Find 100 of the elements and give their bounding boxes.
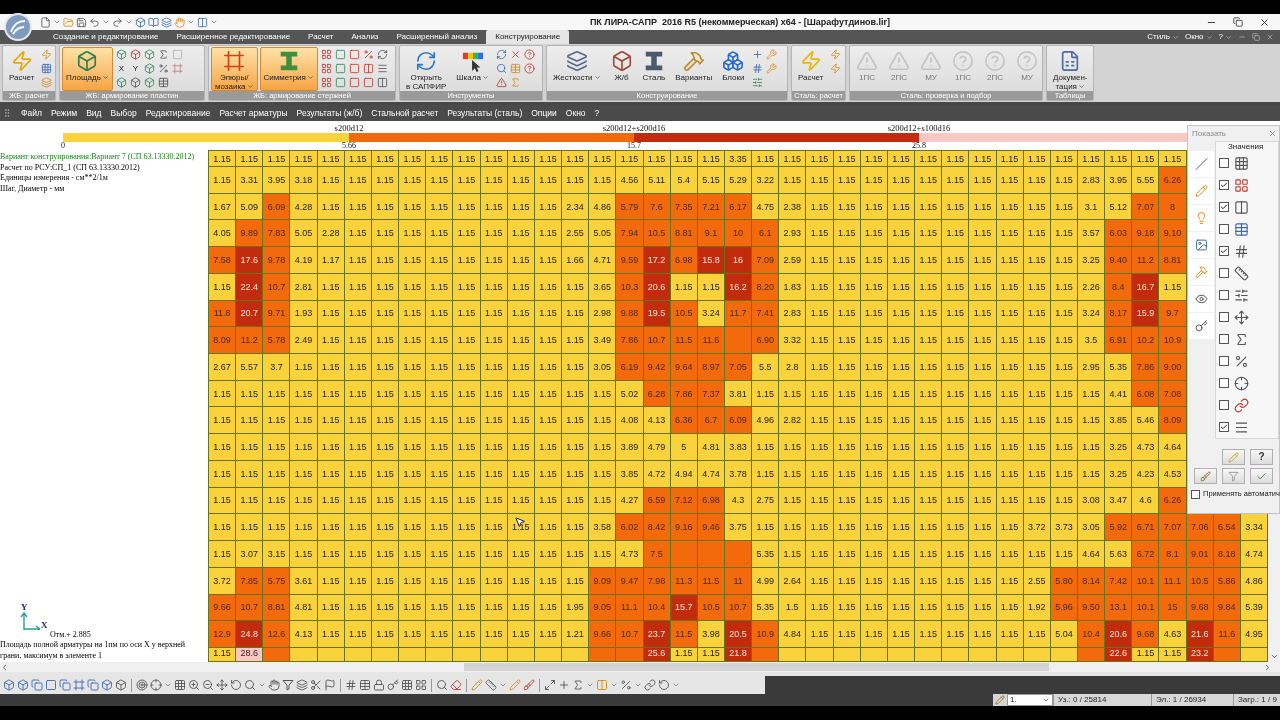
cube-icon[interactable] — [115, 679, 127, 691]
ribbon-tab[interactable]: Создание и редактирование — [44, 30, 168, 44]
grid-icon[interactable] — [174, 679, 186, 691]
ribbon-tab[interactable]: Анализ — [342, 30, 388, 44]
ribbon-button[interactable]: Варианты — [671, 47, 717, 91]
tool-button[interactable] — [1250, 468, 1273, 484]
ribbon-button[interactable]: Открыть в САПФИР — [402, 47, 451, 91]
percent-icon[interactable] — [157, 63, 169, 74]
move-icon[interactable] — [216, 679, 228, 691]
search-icon[interactable] — [495, 63, 507, 74]
refresh-icon[interactable] — [376, 49, 388, 60]
hand-icon[interactable] — [174, 16, 185, 28]
ribbon-button[interactable]: Шкала — [452, 47, 493, 91]
picture-icon[interactable] — [1189, 232, 1214, 258]
ribbon-button[interactable]: Симметрия — [259, 47, 318, 91]
pencil-icon[interactable] — [509, 679, 521, 691]
ribbon-button[interactable]: Докумен- тация — [1049, 47, 1092, 91]
bulb-icon[interactable] — [1189, 205, 1214, 231]
caret-icon[interactable] — [210, 18, 218, 26]
search-icon[interactable] — [244, 679, 256, 691]
checkbox[interactable] — [1219, 268, 1229, 278]
copy-icon[interactable] — [87, 679, 99, 691]
menu-item[interactable]: Расчет арматуры — [219, 106, 288, 120]
brush-icon[interactable] — [523, 679, 535, 691]
menu-item[interactable]: Выбор — [110, 106, 137, 120]
cross-icon[interactable] — [509, 49, 521, 60]
columns-icon[interactable] — [376, 77, 388, 88]
cube-icon[interactable] — [115, 77, 127, 88]
caret-icon[interactable] — [187, 18, 195, 26]
folder-icon[interactable] — [63, 16, 74, 28]
scroll-right-icon[interactable] — [1263, 662, 1272, 672]
square-icon[interactable] — [348, 49, 360, 60]
caret-icon[interactable] — [586, 681, 594, 689]
question-icon[interactable] — [523, 63, 535, 74]
ribbon-tab[interactable]: Расширенный анализ — [387, 30, 487, 44]
rotate-icon[interactable] — [658, 679, 670, 691]
sigma-icon[interactable] — [157, 49, 169, 60]
caret-icon[interactable] — [258, 681, 266, 689]
hash-icon[interactable] — [751, 63, 763, 74]
square-icon[interactable] — [334, 63, 346, 74]
menu-item[interactable]: ? — [594, 106, 600, 120]
ribbon-tab[interactable]: Расчет — [299, 30, 343, 44]
scrollbar-thumb[interactable] — [464, 663, 1049, 671]
lightning-icon[interactable] — [830, 63, 842, 74]
checkbox[interactable] — [1219, 356, 1229, 366]
eraser-icon[interactable] — [450, 679, 462, 691]
caret-icon[interactable] — [53, 18, 61, 26]
caret-icon[interactable] — [102, 18, 110, 26]
ribbon-button[interactable]: Площадь — [62, 47, 113, 91]
pen-icon[interactable] — [1189, 178, 1214, 204]
filter-icon[interactable] — [282, 679, 294, 691]
target-icon[interactable] — [136, 679, 148, 691]
ribbon-button[interactable]: Сталь — [638, 47, 670, 91]
checkbox[interactable] — [1219, 312, 1229, 322]
columns-icon[interactable] — [197, 16, 208, 28]
crosshair-icon[interactable] — [150, 679, 162, 691]
percent-icon[interactable] — [362, 49, 374, 60]
ribbon-button[interactable]: Блоки — [718, 47, 749, 91]
checkbox[interactable] — [1219, 180, 1229, 190]
redo-icon[interactable] — [112, 16, 123, 28]
square-icon[interactable] — [362, 77, 374, 88]
close-icon[interactable] — [1259, 16, 1270, 28]
horizontal-scrollbar[interactable] — [0, 662, 1280, 672]
layers-icon[interactable] — [161, 16, 172, 28]
key-icon[interactable] — [1189, 313, 1214, 339]
menu-item[interactable]: Редактирование — [145, 106, 211, 120]
square-icon[interactable] — [348, 63, 360, 74]
ribbon-button[interactable]: Расчет — [5, 47, 39, 91]
plus-icon[interactable] — [751, 49, 763, 60]
refresh-icon[interactable] — [495, 49, 507, 60]
grid-icon[interactable] — [41, 63, 53, 74]
columns-icon[interactable] — [596, 679, 608, 691]
table-icon[interactable] — [157, 77, 169, 88]
search-icon[interactable] — [436, 679, 448, 691]
percent-icon[interactable] — [620, 679, 632, 691]
caret-icon[interactable] — [499, 681, 507, 689]
menu-item[interactable]: Окно — [565, 106, 586, 120]
tool-button[interactable] — [1194, 468, 1217, 484]
checkbox[interactable] — [1219, 290, 1229, 300]
ribbon-tab[interactable]: Конструирование — [486, 30, 570, 44]
menu-button[interactable]: ? — [1218, 31, 1232, 43]
grid-icon[interactable] — [415, 679, 427, 691]
expand-icon[interactable] — [544, 679, 556, 691]
menu-item[interactable]: Стальной расчет — [371, 106, 439, 120]
square-icon[interactable] — [45, 679, 57, 691]
checkbox[interactable] — [1219, 224, 1229, 234]
grid-icon[interactable] — [320, 77, 332, 88]
plus-icon[interactable] — [558, 679, 570, 691]
ribbon-button[interactable]: Ж/б — [606, 47, 637, 91]
flag-icon[interactable] — [324, 679, 336, 691]
ruler-icon[interactable] — [485, 679, 497, 691]
axis-button[interactable]: Y — [131, 63, 139, 74]
scroll-left-icon[interactable] — [0, 662, 9, 672]
lock-icon[interactable] — [373, 679, 385, 691]
cube-icon[interactable] — [17, 679, 29, 691]
ribbon-button[interactable]: Жесткости — [549, 47, 605, 91]
menu-button[interactable]: Стиль — [1147, 31, 1179, 43]
pencil-icon[interactable] — [471, 679, 483, 691]
lightning-icon[interactable] — [830, 49, 842, 60]
help-button[interactable]: ? — [1250, 449, 1273, 465]
